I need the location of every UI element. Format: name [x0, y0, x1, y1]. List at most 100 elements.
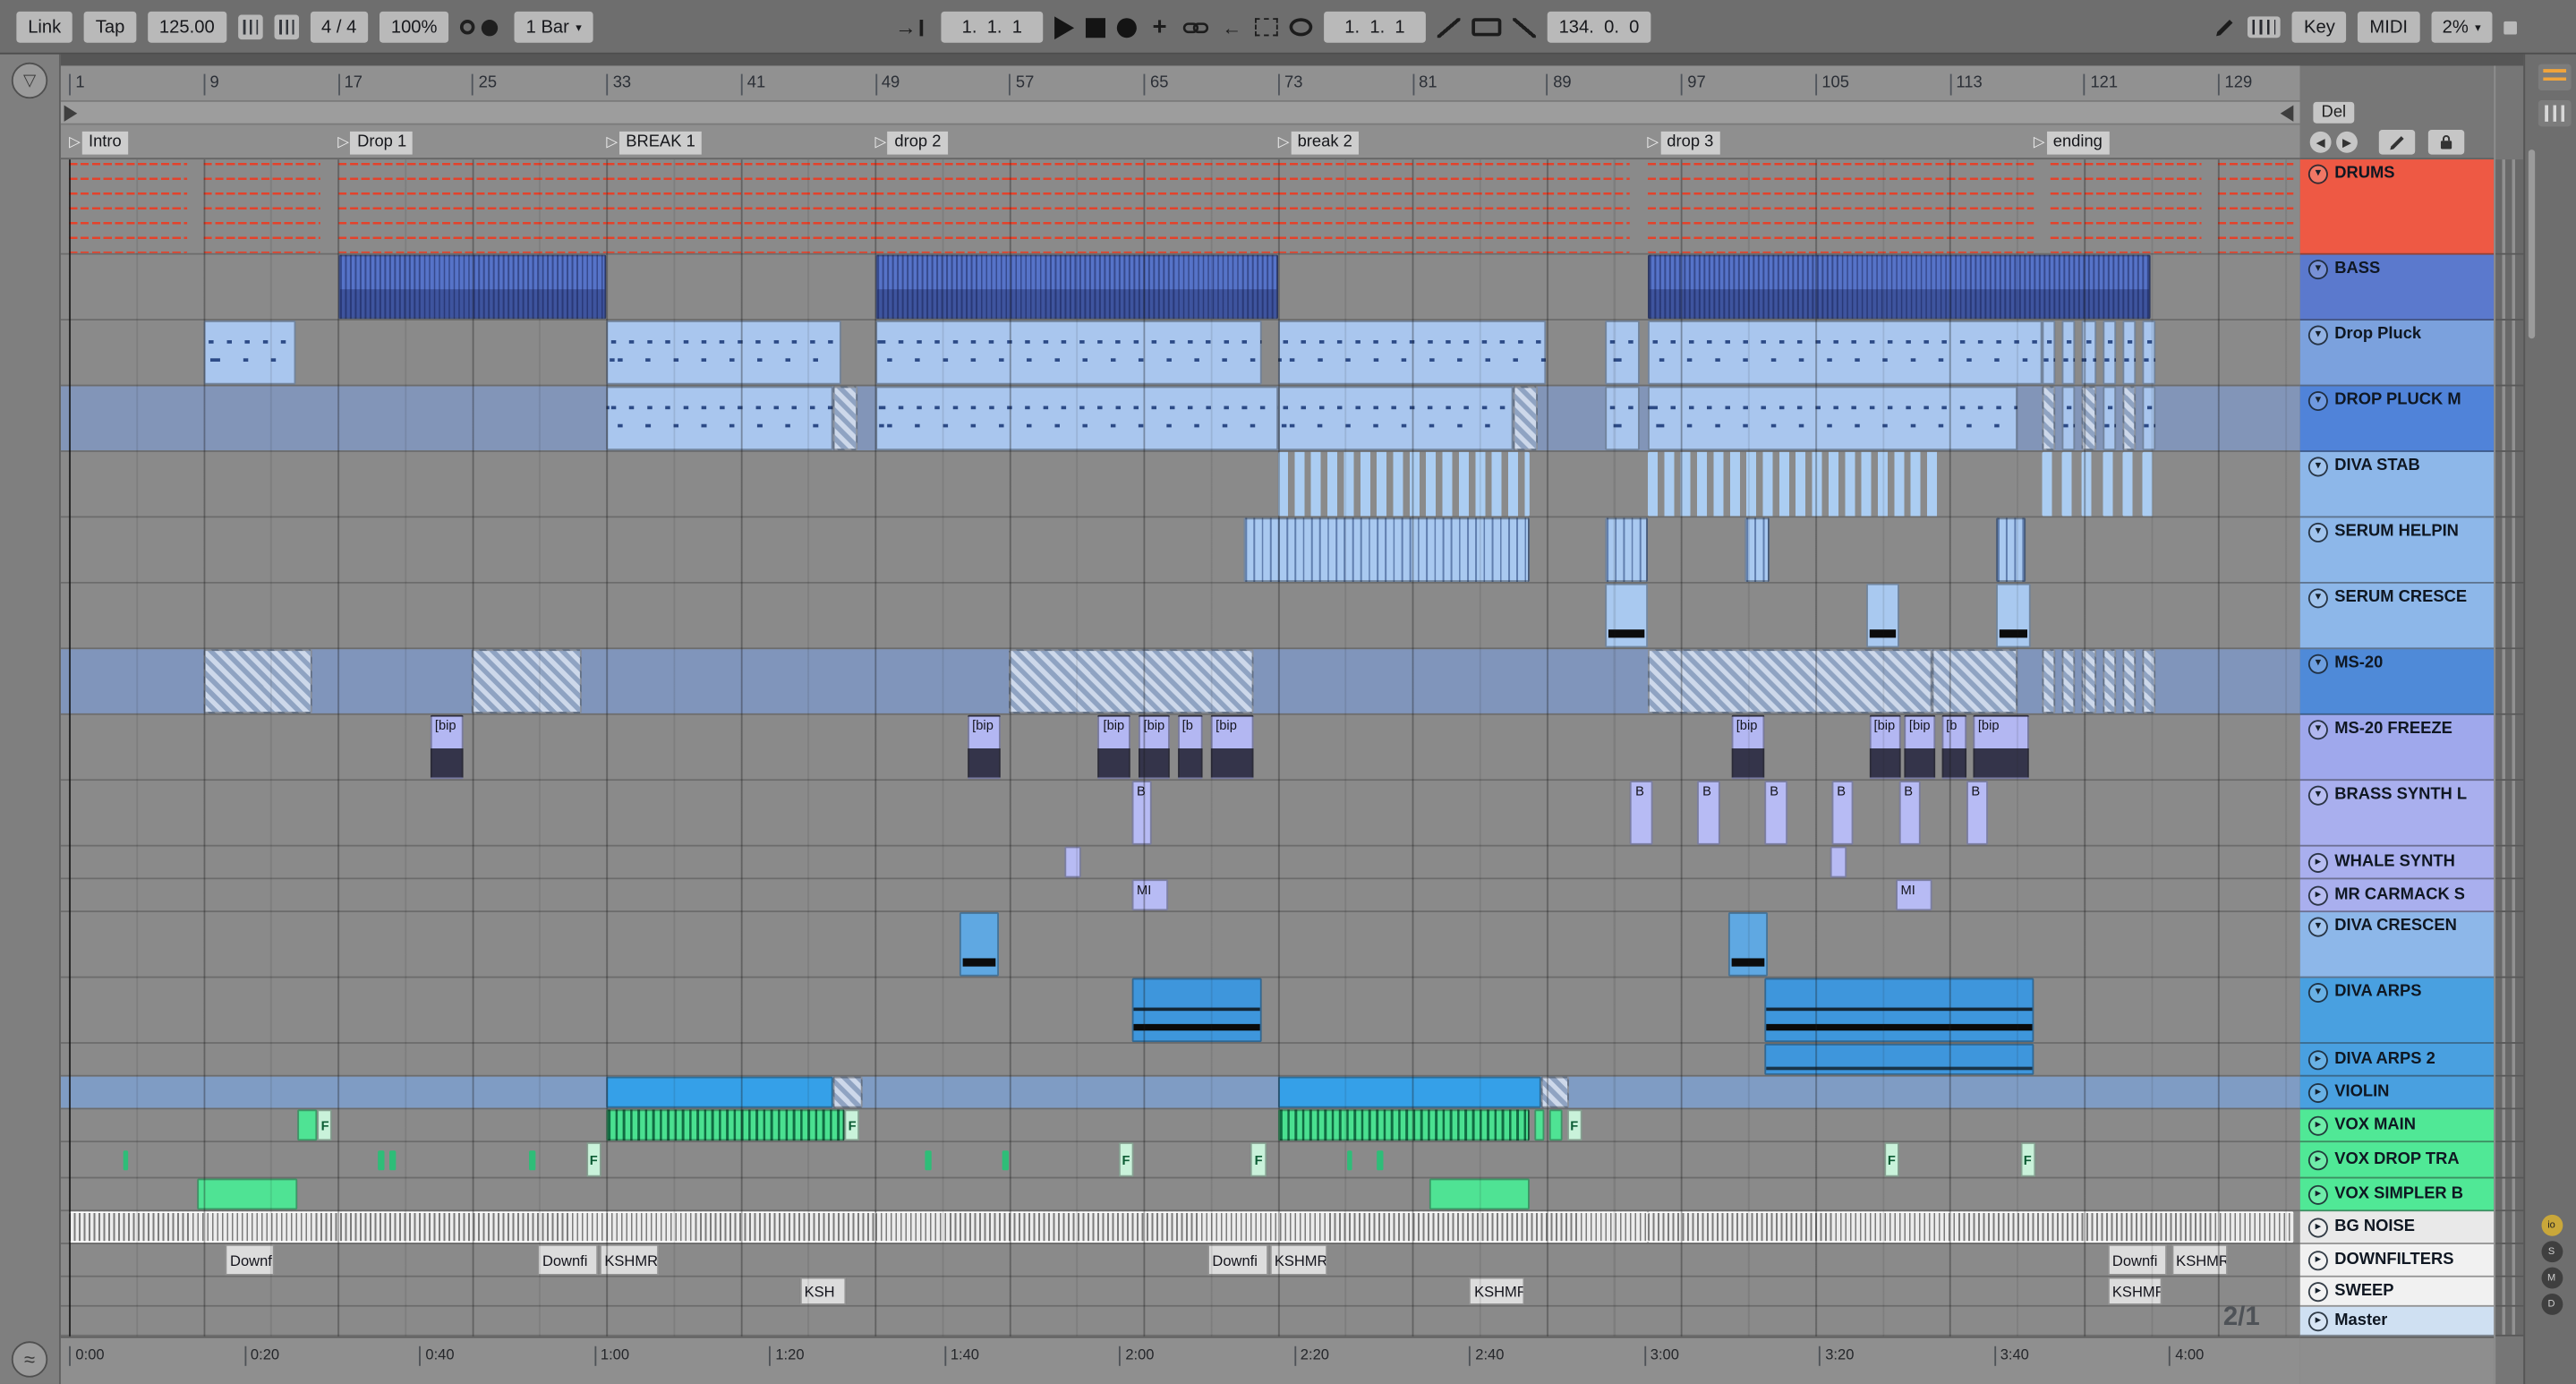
track-header-violin[interactable]: ▸ VIOLIN	[2299, 1076, 2495, 1110]
clip[interactable]	[1277, 386, 1514, 451]
clip-view-toggle-icon[interactable]	[2538, 64, 2572, 90]
device-view-toggle-icon[interactable]	[2538, 100, 2572, 127]
clip[interactable]: B	[1697, 781, 1720, 845]
clip[interactable]	[1549, 1109, 1562, 1141]
clip[interactable]	[1009, 649, 1253, 713]
track-header-diva-crescen[interactable]: ▾ DIVA CRESCEN	[2299, 912, 2495, 978]
clip[interactable]	[1244, 517, 1531, 582]
panel-toggle-m[interactable]: M	[2540, 1267, 2563, 1289]
track-header-bass[interactable]: ▾ BASS	[2299, 254, 2495, 321]
track-header-diva-arps-2[interactable]: ▸ DIVA ARPS 2	[2299, 1043, 2495, 1077]
next-locator-button[interactable]: ▶	[2336, 131, 2358, 153]
clip[interactable]	[1429, 1178, 1531, 1210]
metronome-toggle[interactable]	[460, 15, 503, 38]
tempo-field[interactable]: 125.00	[148, 11, 226, 43]
track-header-ms-20[interactable]: ▾ MS-20	[2299, 649, 2495, 715]
follow-button[interactable]: →	[895, 15, 924, 39]
clip[interactable]	[1064, 846, 1082, 878]
clip[interactable]	[196, 1178, 298, 1210]
track-header-drums[interactable]: ▾ DRUMS	[2299, 159, 2495, 255]
clip[interactable]	[874, 1211, 1648, 1243]
clip[interactable]: KSHMR	[1269, 1243, 1328, 1276]
time-signature-field[interactable]: 4 / 4	[310, 11, 369, 43]
clip[interactable]: Downfi	[2107, 1243, 2168, 1276]
session-record-button[interactable]	[1289, 18, 1313, 37]
clip[interactable]: MI	[1131, 879, 1169, 911]
clip[interactable]	[472, 649, 582, 713]
clip[interactable]: B	[1898, 781, 1922, 845]
lock-envelopes-button[interactable]	[2427, 130, 2465, 155]
cpu-meter[interactable]: 2% ▾	[2430, 11, 2493, 43]
clip[interactable]	[123, 1149, 129, 1171]
clip[interactable]	[1744, 517, 1770, 582]
clip[interactable]	[606, 159, 875, 253]
clip[interactable]	[1277, 159, 1547, 253]
clip[interactable]	[1002, 1149, 1009, 1171]
track-unfold-icon[interactable]: ▾	[2307, 982, 2328, 1004]
clip[interactable]	[1541, 1076, 1569, 1108]
clip[interactable]	[606, 1076, 833, 1108]
track-unfold-icon[interactable]: ▾	[2307, 164, 2328, 184]
arrangement-position-field[interactable]: 1. 1. 1	[941, 11, 1044, 43]
loop-length-field[interactable]: 134. 0. 0	[1547, 11, 1651, 43]
track-fold-icon[interactable]: ▸	[2307, 1149, 2328, 1170]
time-ruler[interactable]: 0:00 0:20 0:40 1:00 1:20 1:40 2:00 2:20 2:40 3:00…	[60, 1336, 2300, 1384]
clip[interactable]	[1647, 320, 2043, 385]
clip[interactable]: F	[317, 1109, 333, 1141]
clip[interactable]	[1513, 386, 1539, 451]
clip[interactable]	[2142, 451, 2156, 517]
track-header-brass-synth-l[interactable]: ▾ BRASS SYNTH L	[2299, 781, 2495, 847]
locator-drop-1[interactable]: ▷ Drop 1	[337, 130, 414, 155]
track-unfold-icon[interactable]: ▾	[2307, 390, 2328, 412]
track-header-downfilters[interactable]: ▸ DOWNFILTERS	[2299, 1243, 2495, 1277]
locator-drop-2[interactable]: ▷ drop 2	[874, 130, 948, 155]
clip[interactable]	[1605, 517, 1648, 582]
clip[interactable]	[1277, 1109, 1531, 1141]
track-header-vox-main[interactable]: ▸ VOX MAIN	[2299, 1109, 2495, 1143]
clip[interactable]	[203, 320, 296, 385]
track-fold-icon[interactable]: ▸	[2307, 1082, 2328, 1103]
track-fold-icon[interactable]: ▸	[2307, 1281, 2328, 1302]
track-header-serum-helpin[interactable]: ▾ SERUM HELPIN	[2299, 517, 2495, 584]
clip[interactable]	[1377, 1149, 1383, 1171]
clip[interactable]	[297, 1109, 318, 1141]
panel-toggle-s[interactable]: S	[2540, 1241, 2563, 1263]
clip[interactable]	[874, 159, 1010, 253]
clip[interactable]: [bip	[1731, 714, 1765, 780]
clip[interactable]	[2142, 649, 2156, 713]
clip[interactable]	[1647, 254, 2152, 320]
clip[interactable]	[1647, 649, 1933, 713]
capture-midi-button[interactable]	[1255, 18, 1278, 37]
loop-end-triangle-icon[interactable]	[2280, 105, 2294, 122]
clip[interactable]	[1346, 1149, 1353, 1171]
track-unfold-icon[interactable]: ▾	[2307, 522, 2328, 542]
clip[interactable]	[2082, 451, 2096, 517]
clip[interactable]	[378, 1149, 384, 1171]
clip[interactable]: [bip	[967, 714, 1002, 780]
nudge-down-icon[interactable]	[237, 14, 262, 40]
track-unfold-icon[interactable]: ▾	[2307, 588, 2328, 609]
clip[interactable]	[2102, 320, 2116, 385]
clip[interactable]	[2142, 386, 2156, 451]
clip[interactable]: B	[1966, 781, 1989, 845]
clip[interactable]	[337, 159, 607, 253]
track-fold-icon[interactable]: ▸	[2307, 1217, 2328, 1237]
clip[interactable]: F	[1250, 1142, 1267, 1177]
vertical-scrollbar[interactable]	[2528, 150, 2536, 339]
clip[interactable]	[1131, 978, 1261, 1043]
midi-map-button[interactable]: MIDI	[2358, 11, 2419, 43]
clip[interactable]	[2061, 649, 2076, 713]
clip[interactable]	[1605, 583, 1648, 648]
track-fold-icon[interactable]: ▸	[2307, 884, 2328, 905]
clip[interactable]: F	[1883, 1142, 1899, 1177]
scrub-area[interactable]	[60, 101, 2300, 125]
clip[interactable]	[2042, 386, 2056, 451]
clip[interactable]: B	[1131, 781, 1153, 845]
clip[interactable]	[2102, 649, 2116, 713]
clip[interactable]	[1727, 912, 1769, 977]
track-unfold-icon[interactable]: ▾	[2307, 654, 2328, 674]
clip[interactable]	[1647, 1211, 2294, 1243]
loop-start-triangle-icon[interactable]	[64, 105, 78, 122]
clip[interactable]	[2061, 451, 2076, 517]
clip[interactable]	[1647, 451, 1941, 517]
